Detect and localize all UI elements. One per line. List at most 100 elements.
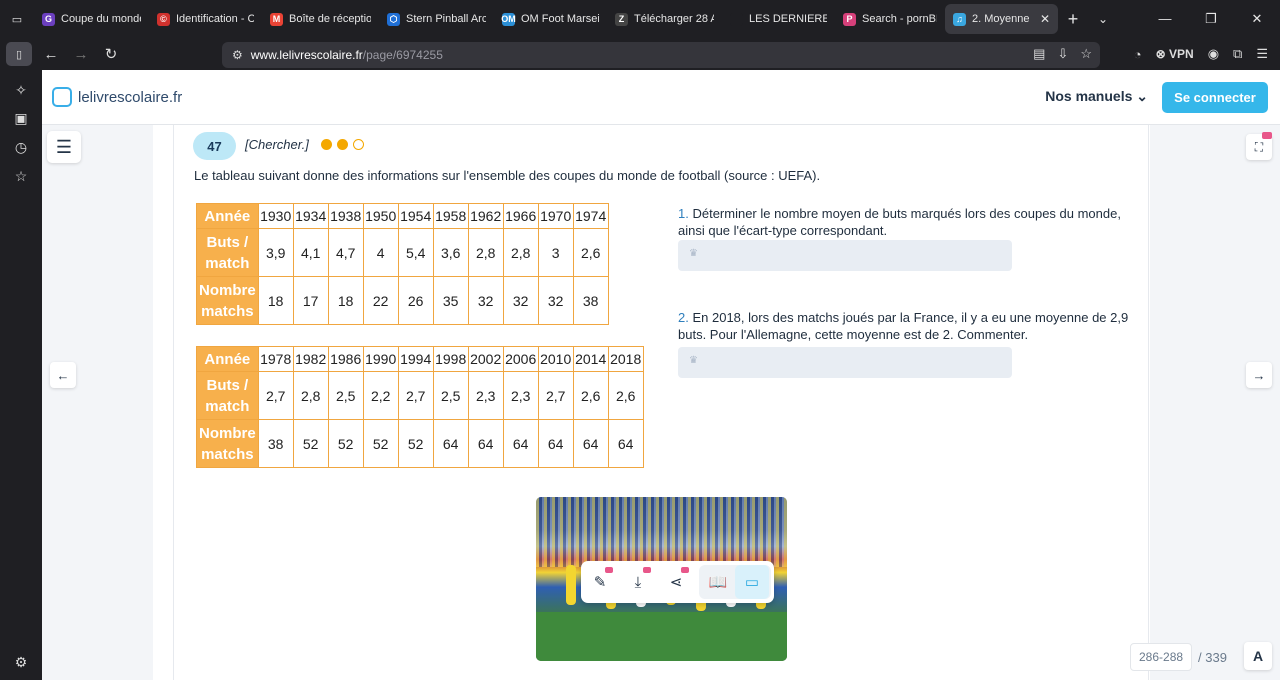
new-tab-button[interactable]: + bbox=[1058, 9, 1088, 30]
answer-box-1[interactable]: ♛ bbox=[678, 240, 1012, 271]
table-cell: 3,6 bbox=[432, 228, 469, 277]
messenger-icon[interactable]: ▣ bbox=[13, 110, 29, 127]
share-icon[interactable]: ⋖ bbox=[657, 561, 695, 603]
previous-page-arrow-icon[interactable]: ← bbox=[50, 362, 76, 388]
table-cell: 17 bbox=[292, 276, 329, 325]
extensions-icon[interactable]: ⧉ bbox=[1233, 46, 1242, 62]
view-mode-group: 📖 ▭ bbox=[699, 565, 771, 599]
bookmarks-star-icon[interactable]: ☆ bbox=[13, 168, 29, 185]
sidebar-toggle-icon[interactable]: ▯ bbox=[6, 42, 32, 66]
font-size-button[interactable]: A bbox=[1244, 642, 1272, 670]
tab-list-dropdown[interactable]: ⌄ bbox=[1088, 12, 1118, 26]
tab-title: OM Foot Marseille bbox=[521, 13, 599, 25]
account-icon[interactable]: ◉ bbox=[1208, 46, 1219, 62]
table-cell: 52 bbox=[397, 419, 434, 468]
world-cup-table-1: Année 1930 1934 1938 1950 1954 1958 1962 1966 197… bbox=[196, 203, 609, 325]
browser-tab[interactable]: OM OM Foot Marseille bbox=[494, 4, 607, 34]
table-cell: 64 bbox=[572, 419, 609, 468]
download-icon[interactable]: ⤓ bbox=[619, 561, 657, 603]
difficulty-dot-filled bbox=[337, 139, 348, 150]
table-cell: 38 bbox=[572, 276, 609, 325]
forward-button[interactable]: → bbox=[66, 46, 96, 63]
ai-sparkle-icon[interactable]: ✧ bbox=[13, 82, 29, 99]
address-row: ▯ ← → ↻ ⚙ www.lelivrescolaire.fr/page/69… bbox=[0, 38, 1280, 70]
table-cell: 32 bbox=[467, 276, 504, 325]
table-row-header: Année bbox=[196, 203, 259, 229]
table-cell: 26 bbox=[397, 276, 434, 325]
nos-manuels-menu[interactable]: Nos manuels ⌄ bbox=[1045, 88, 1148, 105]
browser-tab[interactable]: G Coupe du monde bbox=[34, 4, 149, 34]
tab-title: Search - pornBB bbox=[862, 13, 937, 25]
table-cell: 1986 bbox=[327, 346, 364, 372]
table-cell: 2,8 bbox=[292, 371, 329, 420]
page-total: / 339 bbox=[1198, 649, 1227, 665]
table-cell: 1970 bbox=[537, 203, 574, 229]
pencil-icon[interactable]: ✎ bbox=[581, 561, 619, 603]
table-cell: 2,5 bbox=[432, 371, 469, 420]
table-cell: 64 bbox=[467, 419, 504, 468]
table-cell: 35 bbox=[432, 276, 469, 325]
table-cell: 1958 bbox=[432, 203, 469, 229]
login-button[interactable]: Se connecter bbox=[1162, 82, 1268, 113]
browser-tab[interactable]: ⬡ Stern Pinball Arca bbox=[379, 4, 494, 34]
browser-tab[interactable]: © Identification - Co bbox=[149, 4, 262, 34]
tab-title: Boîte de réception bbox=[289, 13, 371, 25]
browser-tab[interactable]: LES DERNIERES SORTI bbox=[722, 4, 835, 34]
table-cell: 64 bbox=[502, 419, 539, 468]
menu-hamburger-icon[interactable]: ☰ bbox=[47, 131, 81, 163]
speed-dial-icon[interactable]: ◔ bbox=[1134, 47, 1142, 62]
settings-gear-icon[interactable]: ⚙ bbox=[13, 654, 29, 671]
table-cell: 2,6 bbox=[572, 228, 609, 277]
page-toolbar: ✎ ⤓ ⋖ 📖 ▭ bbox=[581, 561, 774, 603]
table-cell: 3 bbox=[537, 228, 574, 277]
tab-favicon-icon: OM bbox=[501, 12, 516, 26]
tab-title: 2. Moyenne et bbox=[972, 13, 1030, 25]
browser-tab[interactable]: M Boîte de réception bbox=[262, 4, 379, 34]
reader-mode-icon[interactable]: ▤ bbox=[1033, 46, 1045, 62]
table-row-header: Buts / match bbox=[196, 228, 259, 277]
minimize-button[interactable]: — bbox=[1142, 11, 1188, 27]
table-cell: 2,3 bbox=[467, 371, 504, 420]
address-bar[interactable]: ⚙ www.lelivrescolaire.fr/page/6974255 ▤ … bbox=[222, 42, 1100, 68]
book-view-icon[interactable]: 📖 bbox=[701, 565, 735, 599]
table-cell: 1994 bbox=[397, 346, 434, 372]
table-cell: 2,2 bbox=[362, 371, 399, 420]
table-cell: 2,3 bbox=[502, 371, 539, 420]
vpn-badge[interactable]: ⊗ VPN bbox=[1156, 47, 1194, 61]
tab-menu-icon[interactable]: ▭ bbox=[0, 0, 34, 38]
easy-setup-icon[interactable]: ☰ bbox=[1256, 46, 1268, 62]
table-cell: 18 bbox=[257, 276, 294, 325]
browser-tab[interactable]: Z Télécharger 28 An bbox=[607, 4, 722, 34]
tab-title: Télécharger 28 An bbox=[634, 13, 714, 25]
table-cell: 2002 bbox=[467, 346, 504, 372]
tab-favicon-icon: P bbox=[843, 12, 856, 26]
tab-favicon-icon: M bbox=[270, 12, 283, 26]
back-button[interactable]: ← bbox=[36, 46, 66, 63]
table-cell: 1978 bbox=[257, 346, 294, 372]
reload-button[interactable]: ↻ bbox=[96, 45, 126, 63]
table-cell: 2,6 bbox=[607, 371, 644, 420]
screen-view-icon[interactable]: ▭ bbox=[735, 565, 769, 599]
table-cell: 1990 bbox=[362, 346, 399, 372]
table-cell: 5,4 bbox=[397, 228, 434, 277]
table-cell: 2,7 bbox=[537, 371, 574, 420]
site-info-icon[interactable]: ⚙ bbox=[232, 48, 243, 62]
history-icon[interactable]: ◷ bbox=[13, 139, 29, 156]
browser-tab[interactable]: ♫ 2. Moyenne et ✕ bbox=[945, 4, 1058, 34]
table-cell: 38 bbox=[257, 419, 294, 468]
browser-tab[interactable]: P Search - pornBB bbox=[835, 4, 945, 34]
next-page-arrow-icon[interactable]: → bbox=[1246, 362, 1272, 388]
tab-close-icon[interactable]: ✕ bbox=[1040, 12, 1050, 26]
bookmark-star-icon[interactable]: ☆ bbox=[1080, 46, 1092, 62]
table-cell: 1962 bbox=[467, 203, 504, 229]
table-cell: 64 bbox=[607, 419, 644, 468]
download-icon[interactable]: ⇩ bbox=[1057, 46, 1068, 62]
crown-icon: ♛ bbox=[689, 248, 698, 259]
table-cell: 2014 bbox=[572, 346, 609, 372]
site-logo[interactable]: lelivrescolaire.fr bbox=[52, 87, 182, 107]
difficulty-dots bbox=[321, 139, 364, 150]
answer-box-2[interactable]: ♛ bbox=[678, 347, 1012, 378]
page-range-input[interactable]: 286-288 bbox=[1130, 643, 1193, 671]
close-window-button[interactable]: ✕ bbox=[1234, 11, 1280, 27]
restore-button[interactable]: ❐ bbox=[1188, 11, 1234, 27]
